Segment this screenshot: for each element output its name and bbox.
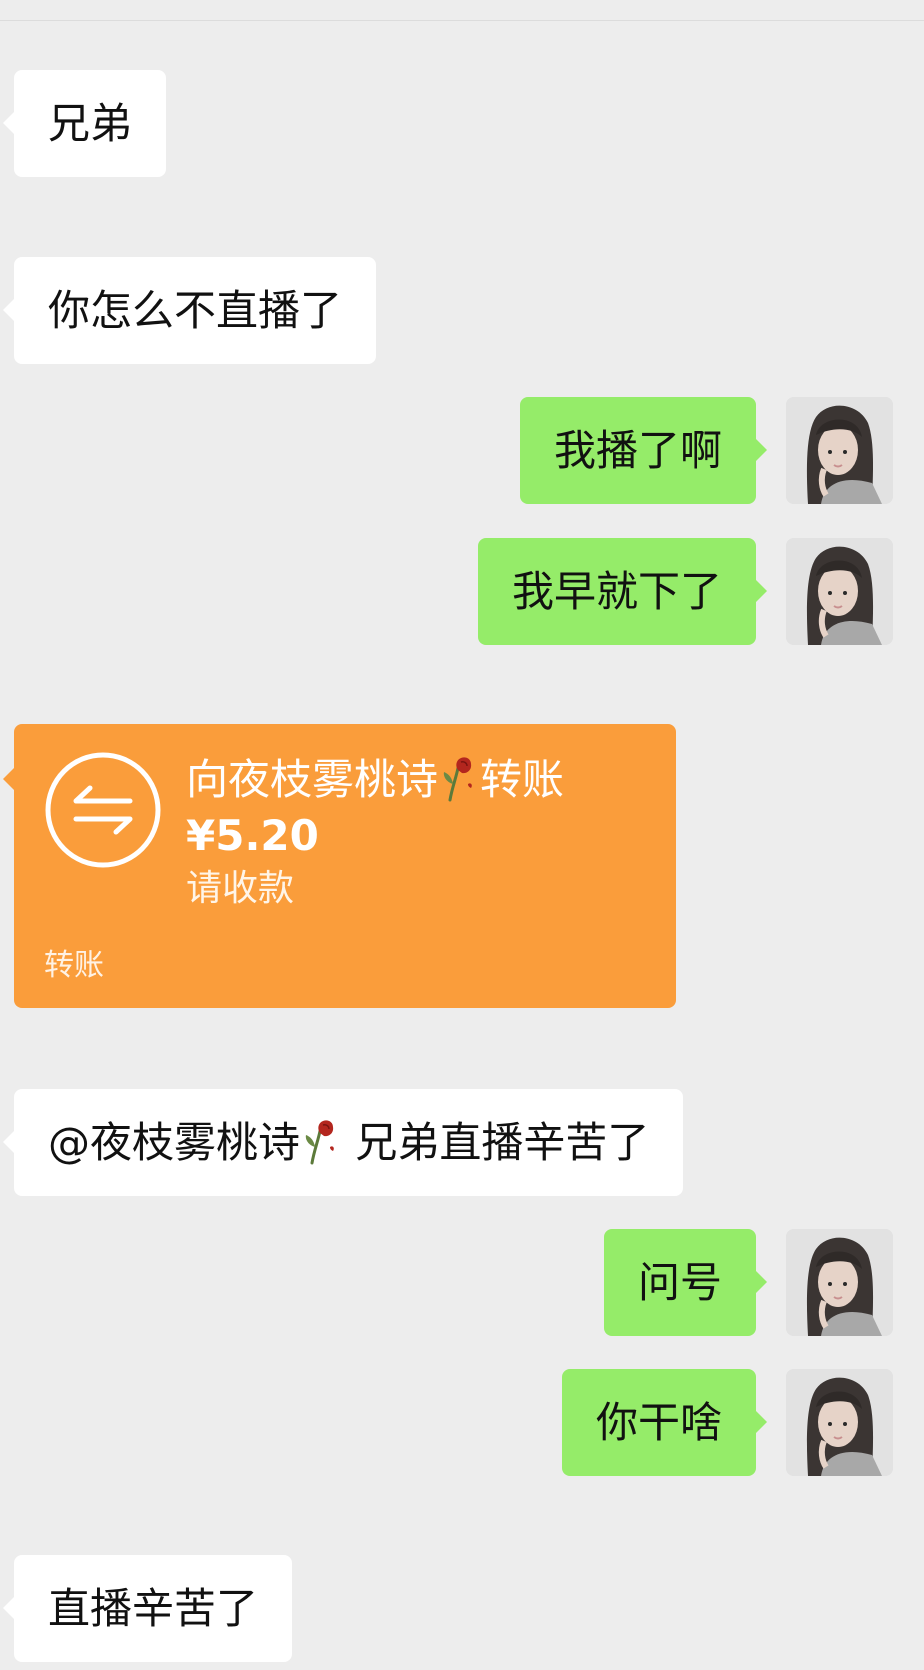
message-text: 问号 xyxy=(637,1258,722,1307)
outgoing-message-bubble[interactable]: 我早就下了 xyxy=(477,538,768,645)
message-text: 你怎么不直播了 xyxy=(48,286,343,335)
incoming-message-bubble[interactable]: 你怎么不直播了 xyxy=(2,257,377,364)
top-divider xyxy=(0,20,924,21)
avatar[interactable] xyxy=(786,1369,893,1476)
transfer-amount: ¥5.20 xyxy=(186,811,319,860)
transfer-title-prefix: 向夜枝雾桃诗 xyxy=(186,755,439,804)
avatar[interactable] xyxy=(786,1229,893,1336)
message-text: 你干啥 xyxy=(595,1398,722,1447)
transfer-details: 向夜枝雾桃诗 转账 ¥5.20 请收款 xyxy=(186,754,564,913)
transfer-card[interactable]: 向夜枝雾桃诗 转账 ¥5.20 请收款 转账 xyxy=(3,724,676,1008)
wilted-rose-icon xyxy=(302,1097,340,1165)
incoming-message-bubble[interactable]: 直播辛苦了 xyxy=(2,1555,293,1662)
outgoing-message-bubble[interactable]: 我播了啊 xyxy=(519,397,768,504)
wilted-rose-icon xyxy=(440,754,478,802)
message-text: 兄弟 xyxy=(48,99,133,148)
transfer-arrows-icon xyxy=(44,751,162,869)
message-text: 直播辛苦了 xyxy=(48,1584,259,1633)
incoming-message-bubble[interactable]: @夜枝雾桃诗 兄弟直播辛苦了 xyxy=(2,1089,684,1196)
outgoing-message-bubble[interactable]: 你干啥 xyxy=(561,1369,768,1476)
mention-text[interactable]: @夜枝雾桃诗 xyxy=(48,1118,300,1167)
message-text: 我播了啊 xyxy=(553,426,722,475)
transfer-footer-label: 转账 xyxy=(44,948,104,983)
outgoing-message-bubble[interactable]: 问号 xyxy=(603,1229,768,1336)
message-text: 我早就下了 xyxy=(511,567,722,616)
transfer-title: 向夜枝雾桃诗 转账 xyxy=(186,754,564,805)
avatar[interactable] xyxy=(786,397,893,504)
message-text: 兄弟直播辛苦了 xyxy=(355,1118,650,1167)
avatar[interactable] xyxy=(786,538,893,645)
incoming-message-bubble[interactable]: 兄弟 xyxy=(2,70,167,177)
transfer-status: 请收款 xyxy=(186,868,295,909)
transfer-title-suffix: 转账 xyxy=(480,755,565,804)
